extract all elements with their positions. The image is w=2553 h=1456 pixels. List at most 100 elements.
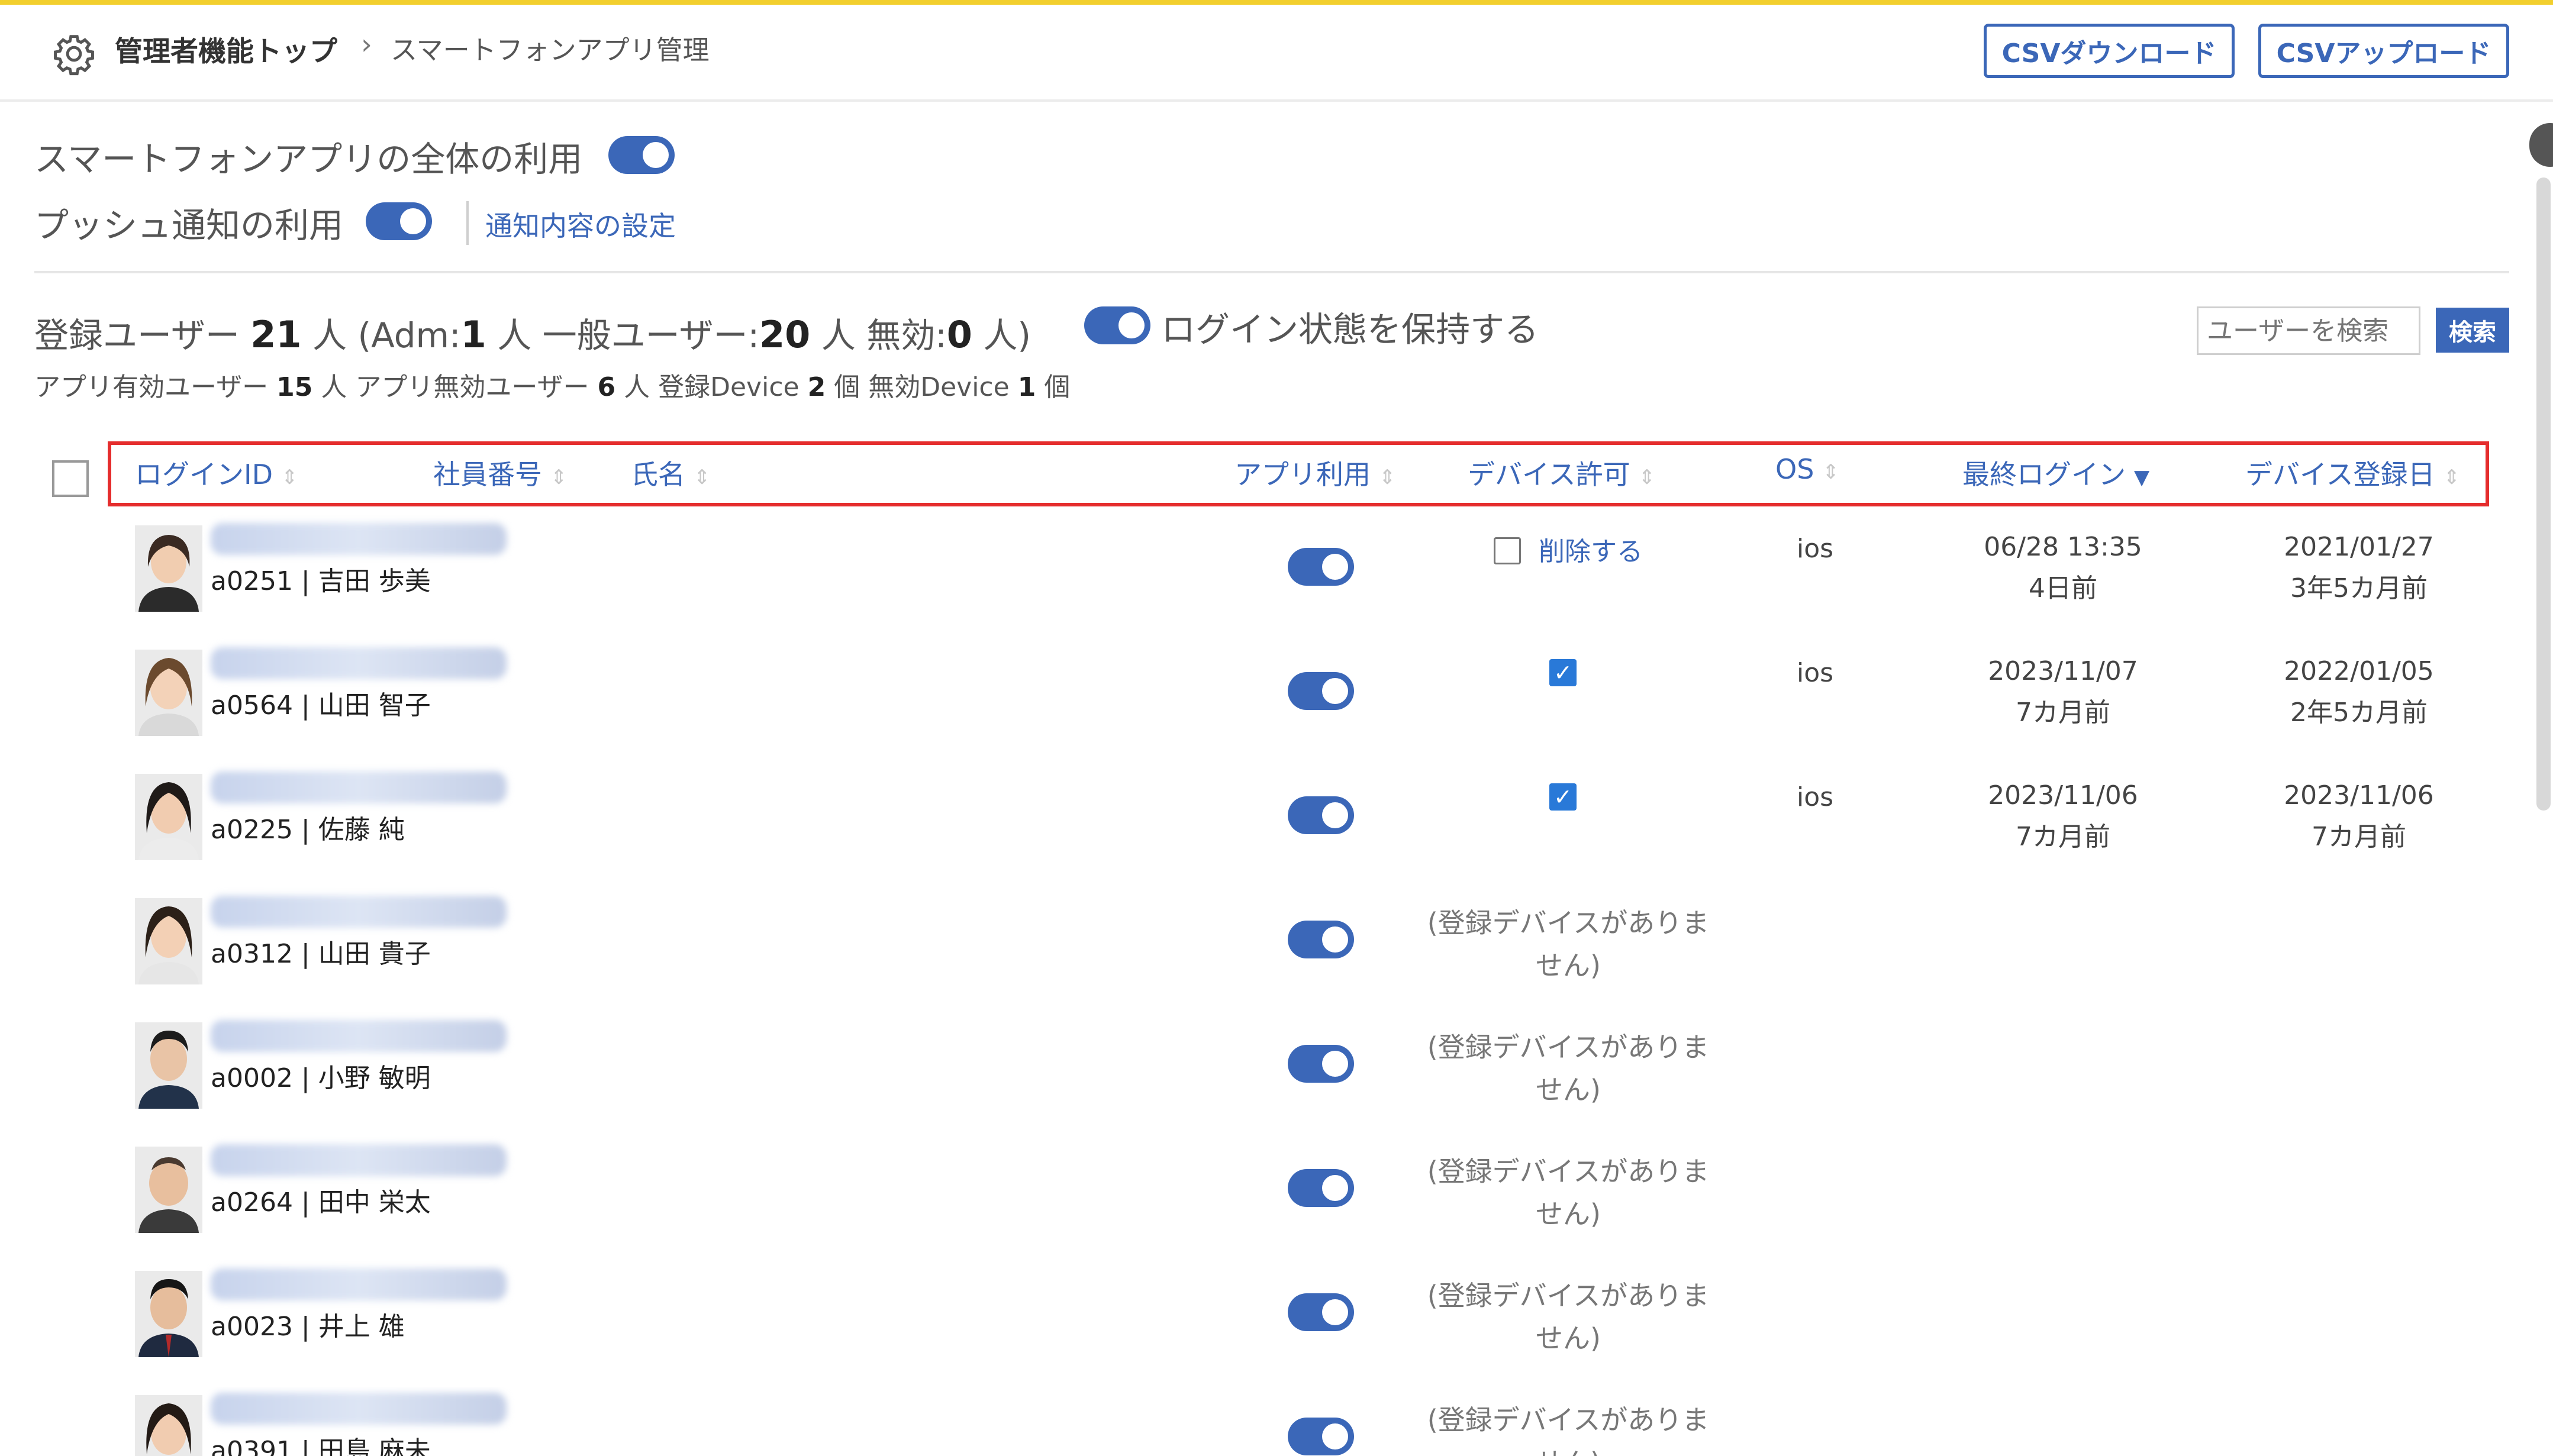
stats-device-unit: 個 <box>834 372 860 402</box>
stats-app-active-label: アプリ有効ユーザー <box>34 372 269 402</box>
sort-icon: ⇕ <box>1638 466 1656 489</box>
notify-settings-link[interactable]: 通知内容の設定 <box>485 205 676 244</box>
no-device-text: (登録デバイスがありません) <box>1420 1399 1716 1456</box>
column-login-id[interactable]: ログインID ⇕ <box>135 453 298 492</box>
user-search-input[interactable] <box>2197 306 2420 355</box>
column-device-permission[interactable]: デバイス許可 ⇕ <box>1468 453 1655 492</box>
stats-general-label: 一般ユーザー: <box>542 315 760 356</box>
column-device-permission-label: デバイス許可 <box>1468 459 1630 490</box>
no-device-text: (登録デバイスがありません) <box>1420 1026 1716 1111</box>
stats-registered-count: 21 <box>250 313 302 356</box>
table-row: a0023 | 井上 雄 (登録デバイスがありま せん) <box>0 1263 2553 1387</box>
sort-desc-icon: ▼ <box>2134 466 2150 489</box>
avatar <box>135 774 202 860</box>
no-device-text: (登録デバイスがありません) <box>1420 1150 1716 1235</box>
push-toggle[interactable] <box>366 202 432 240</box>
select-all-checkbox[interactable] <box>52 460 89 497</box>
last-login-relative: 4日前 <box>2029 573 2097 603</box>
column-name[interactable]: 氏名 ⇕ <box>631 453 711 492</box>
gear-icon[interactable] <box>52 32 96 76</box>
user-id-name[interactable]: a0002 | 小野 敏明 <box>211 1057 431 1095</box>
stats-app-active-count: 15 <box>276 372 313 402</box>
device-registered-date: 2021/01/27 <box>2284 532 2434 562</box>
no-device-text: (登録デバイスがありません) <box>1420 1274 1716 1360</box>
no-device-line: (登録デバイスがありま <box>1427 1031 1710 1063</box>
keep-login-label: ログイン状態を保持する <box>1161 309 1539 350</box>
app-usage-toggle[interactable] <box>1288 672 1354 710</box>
divider-vertical <box>466 201 469 245</box>
avatar <box>135 650 202 736</box>
push-label: プッシュ通知の利用 <box>34 205 344 246</box>
sort-icon: ⇕ <box>281 466 298 489</box>
user-id-name[interactable]: a0312 | 山田 貴子 <box>211 932 431 970</box>
stats-device-label: 登録Device <box>658 372 800 402</box>
stats-unit: 人 <box>624 372 650 402</box>
avatar <box>135 1147 202 1233</box>
email-masked <box>211 1020 507 1052</box>
avatar <box>135 1395 202 1456</box>
email-masked <box>211 523 507 555</box>
app-usage-toggle[interactable] <box>1288 1418 1354 1455</box>
device-permission-checkbox[interactable]: ✓ <box>1549 783 1577 811</box>
stats-general-count: 20 <box>759 313 811 356</box>
column-last-login-label: 最終ログイン <box>1962 459 2126 490</box>
device-registered-date: 2022/01/05 <box>2284 656 2434 686</box>
last-login-date: 2023/11/07 <box>1988 656 2138 686</box>
user-id-name[interactable]: a0251 | 吉田 歩美 <box>211 560 431 598</box>
breadcrumb-admin-top[interactable]: 管理者機能トップ <box>115 28 337 69</box>
last-login-relative: 7カ月前 <box>2016 822 2110 852</box>
column-os[interactable]: OS ⇕ <box>1775 453 1839 485</box>
user-id-name[interactable]: a0264 | 田中 栄太 <box>211 1181 431 1219</box>
delete-device-checkbox[interactable] <box>1494 537 1521 564</box>
last-login-date: 2023/11/06 <box>1988 780 2138 811</box>
column-last-login[interactable]: 最終ログイン ▼ <box>1962 453 2149 492</box>
app-usage-toggle[interactable] <box>1288 1293 1354 1331</box>
user-id-name[interactable]: a0564 | 山田 智子 <box>211 684 431 722</box>
app-usage-toggle[interactable] <box>1288 1169 1354 1207</box>
sort-icon: ⇕ <box>2443 466 2461 489</box>
table-row: a0225 | 佐藤 純 ✓ ios 2023/11/06 7カ月前 2023/… <box>0 766 2553 890</box>
user-id-name[interactable]: a0023 | 井上 雄 <box>211 1305 405 1343</box>
table-row: a0391 | 田島 麻未 (登録デバイスがありません) <box>0 1387 2553 1456</box>
email-masked <box>211 647 507 679</box>
csv-upload-button[interactable]: CSVアップロード <box>2258 24 2509 78</box>
column-app-usage-label: アプリ利用 <box>1234 459 1371 490</box>
stats-invalid-count: 0 <box>946 313 972 356</box>
keep-login-toggle[interactable] <box>1084 306 1150 344</box>
side-menu-button[interactable] <box>2529 123 2553 167</box>
column-employee-no[interactable]: 社員番号 ⇕ <box>433 453 568 492</box>
column-employee-no-label: 社員番号 <box>433 459 542 490</box>
app-usage-toggle[interactable] <box>1288 796 1354 834</box>
app-usage-toggle[interactable] <box>1288 1045 1354 1083</box>
search-button[interactable]: 検索 <box>2436 308 2509 353</box>
delete-device-link[interactable]: 削除する <box>1539 530 1643 568</box>
section-divider <box>34 271 2509 273</box>
device-permission-checkbox[interactable]: ✓ <box>1549 659 1577 686</box>
table-row: a0264 | 田中 栄太 (登録デバイスがありま せん) <box>0 1138 2553 1263</box>
no-device-line: せん) <box>1536 1447 1601 1456</box>
stats-app-inactive-count: 6 <box>597 372 616 402</box>
last-login-relative: 7カ月前 <box>2016 698 2110 728</box>
app-usage-toggle[interactable] <box>608 136 675 174</box>
user-id-name[interactable]: a0225 | 佐藤 純 <box>211 808 405 846</box>
email-masked <box>211 1268 507 1300</box>
app-usage-toggle[interactable] <box>1288 548 1354 586</box>
csv-download-button[interactable]: CSVダウンロード <box>1984 24 2235 78</box>
avatar <box>135 525 202 612</box>
stats-unit: 人 <box>312 315 347 356</box>
column-device-registered[interactable]: デバイス登録日 ⇕ <box>2245 453 2460 492</box>
column-login-id-label: ログインID <box>135 459 273 490</box>
column-app-usage[interactable]: アプリ利用 ⇕ <box>1234 453 1396 492</box>
avatar <box>135 1022 202 1109</box>
app-usage-toggle[interactable] <box>1288 921 1354 958</box>
no-device-line: (登録デバイスがありま <box>1427 1404 1710 1436</box>
sort-icon: ⇕ <box>694 466 711 489</box>
stats-paren: ) <box>1017 315 1031 356</box>
avatar <box>135 1271 202 1357</box>
email-masked <box>211 896 507 928</box>
no-device-line: (登録デバイスがありま <box>1427 907 1710 939</box>
no-device-line: (登録デバイスがありま <box>1427 1155 1710 1187</box>
os-value: ios <box>1797 658 1834 688</box>
user-id-name[interactable]: a0391 | 田島 麻未 <box>211 1429 431 1456</box>
column-os-label: OS <box>1775 453 1814 485</box>
